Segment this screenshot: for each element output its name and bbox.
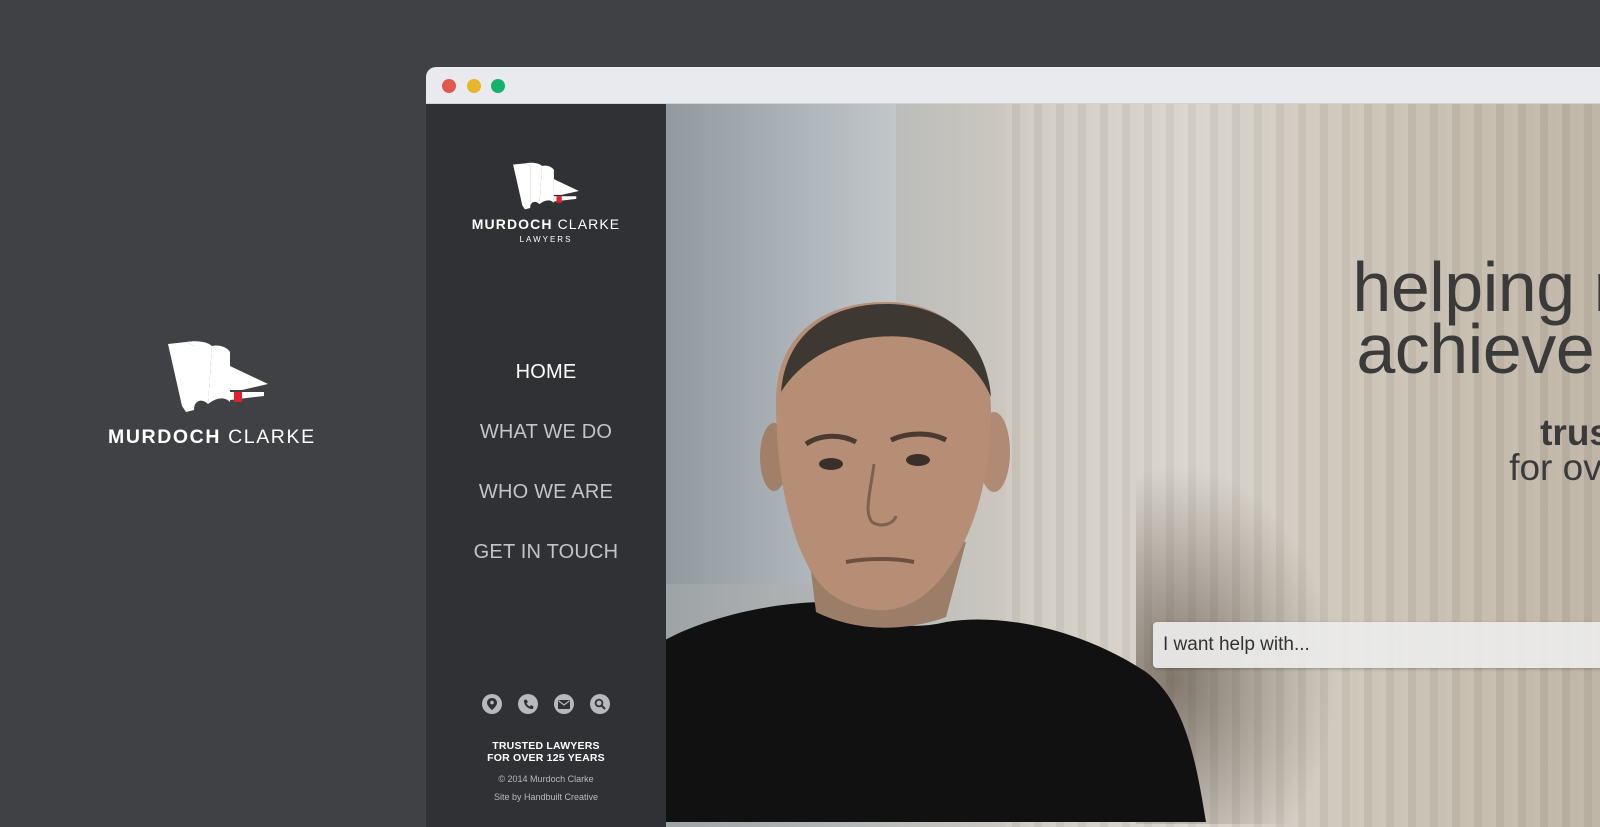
- hero-banner: helping real peop achieve their goa trus…: [666, 104, 1600, 827]
- mc-logo-icon: [513, 162, 579, 210]
- sidebar: MURDOCH CLARKE LAWYERS HOME WHAT WE DO W…: [426, 104, 666, 827]
- sidebar-logo[interactable]: MURDOCH CLARKE LAWYERS: [426, 162, 666, 244]
- sidebar-wordmark: MURDOCH CLARKE: [471, 216, 621, 232]
- nav-get-in-touch[interactable]: GET IN TOUCH: [426, 532, 666, 592]
- site-credit-link[interactable]: Site by Handbuilt Creative: [426, 788, 666, 806]
- brand-wordmark-large: MURDOCH CLARKE: [108, 426, 316, 448]
- phone-icon[interactable]: [518, 694, 538, 714]
- maximize-window-button[interactable]: [491, 79, 505, 93]
- brand-logo-large: MURDOCH CLARKE: [108, 340, 328, 449]
- contact-icons: [426, 694, 666, 714]
- sidebar-logo-subtitle: LAWYERS: [519, 235, 573, 244]
- nav-who-we-are[interactable]: WHO WE ARE: [426, 472, 666, 532]
- browser-titlebar: [426, 67, 1600, 104]
- sidebar-tagline: TRUSTED LAWYERS FOR OVER 125 YEARS: [487, 740, 605, 764]
- search-icon[interactable]: [590, 694, 610, 714]
- main-nav: HOME WHAT WE DO WHO WE ARE GET IN TOUCH: [426, 352, 666, 592]
- map-pin-icon[interactable]: [482, 694, 502, 714]
- help-search-input[interactable]: [1153, 622, 1600, 668]
- sidebar-footer: © 2014 Murdoch Clarke Site by Handbuilt …: [426, 770, 666, 806]
- browser-viewport: MURDOCH CLARKE LAWYERS HOME WHAT WE DO W…: [426, 104, 1600, 827]
- hero-headline: helping real peop achieve their goa: [1352, 248, 1600, 388]
- copyright-text: © 2014 Murdoch Clarke: [498, 774, 594, 784]
- mc-logo-icon: [168, 341, 268, 412]
- mail-icon[interactable]: [554, 694, 574, 714]
- browser-window: MURDOCH CLARKE LAWYERS HOME WHAT WE DO W…: [426, 67, 1600, 827]
- hero-subhead-line2: for over 125 ye: [1509, 447, 1600, 488]
- nav-home[interactable]: HOME: [426, 352, 666, 412]
- nav-what-we-do[interactable]: WHAT WE DO: [426, 412, 666, 472]
- close-window-button[interactable]: [442, 79, 456, 93]
- minimize-window-button[interactable]: [467, 79, 481, 93]
